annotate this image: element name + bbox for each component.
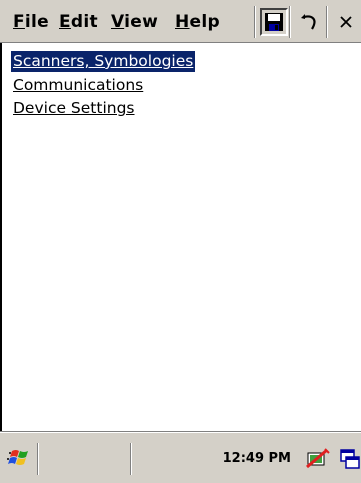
list-item-device-settings[interactable]: Device Settings	[11, 98, 137, 119]
menu-bar: File Edit View Help	[0, 0, 361, 43]
undo-button[interactable]	[296, 8, 324, 36]
toolbar-separator	[254, 6, 256, 38]
menu-file-mnemonic: F	[13, 12, 25, 32]
menu-file-label: ile	[24, 12, 50, 32]
menu-file[interactable]: File	[13, 10, 49, 34]
menu-view-mnemonic: V	[111, 12, 125, 32]
menu-view-label: iew	[124, 12, 159, 32]
system-tray: 12:49 PM	[135, 439, 361, 479]
clock[interactable]: 12:49 PM	[223, 449, 291, 469]
taskbar-divider	[37, 443, 39, 475]
close-button[interactable]	[332, 8, 361, 36]
save-icon	[265, 13, 283, 31]
toolbar-separator	[326, 6, 328, 38]
save-button[interactable]	[260, 8, 288, 36]
menu-help[interactable]: Help	[175, 10, 220, 34]
switch-windows-icon[interactable]	[340, 447, 360, 475]
menu-view[interactable]: View	[111, 10, 158, 34]
connectivity-icon[interactable]	[305, 447, 331, 475]
windows-flag-icon	[7, 450, 28, 465]
close-icon	[340, 16, 352, 28]
menu-help-label: elp	[189, 12, 220, 32]
start-button[interactable]	[4, 441, 36, 475]
taskbar: 12:49 PM	[0, 432, 361, 483]
menu-edit-mnemonic: E	[59, 12, 71, 32]
list-item-scanners-symbologies[interactable]: Scanners, Symbologies	[11, 51, 196, 72]
taskbar-divider	[130, 443, 132, 475]
settings-list: Scanners, Symbologies Communications Dev…	[0, 43, 361, 432]
menu-edit-label: dit	[70, 12, 98, 32]
toolbar-separator	[289, 6, 291, 38]
menu-help-mnemonic: H	[175, 12, 190, 32]
list-item-communications[interactable]: Communications	[11, 75, 145, 96]
menu-edit[interactable]: Edit	[59, 10, 98, 34]
undo-icon	[301, 14, 316, 30]
